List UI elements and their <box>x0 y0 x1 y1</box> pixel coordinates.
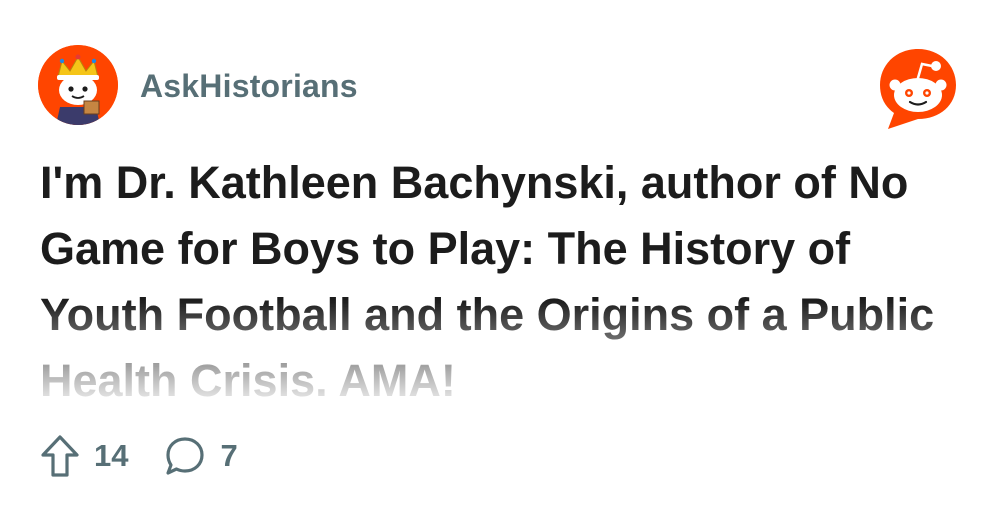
upvote-arrow-icon <box>41 435 79 477</box>
post-title-container[interactable]: I'm Dr. Kathleen Bachynski, author of No… <box>40 150 970 400</box>
reddit-snoo-logo-icon <box>880 49 956 129</box>
askhistorians-king-snoo-icon <box>38 45 118 125</box>
comment-count: 7 <box>220 438 238 473</box>
comment-bubble-icon <box>166 437 205 475</box>
upvote-count: 14 <box>94 438 129 473</box>
subreddit-name[interactable]: AskHistorians <box>140 68 358 105</box>
subreddit-avatar[interactable] <box>38 45 118 125</box>
post-stats: 14 7 <box>40 433 274 479</box>
comments-button[interactable]: 7 <box>164 435 238 477</box>
post-header: AskHistorians <box>38 45 962 129</box>
reddit-logo[interactable] <box>874 43 962 131</box>
post-title: I'm Dr. Kathleen Bachynski, author of No… <box>40 157 935 400</box>
upvote-button[interactable]: 14 <box>40 434 128 478</box>
